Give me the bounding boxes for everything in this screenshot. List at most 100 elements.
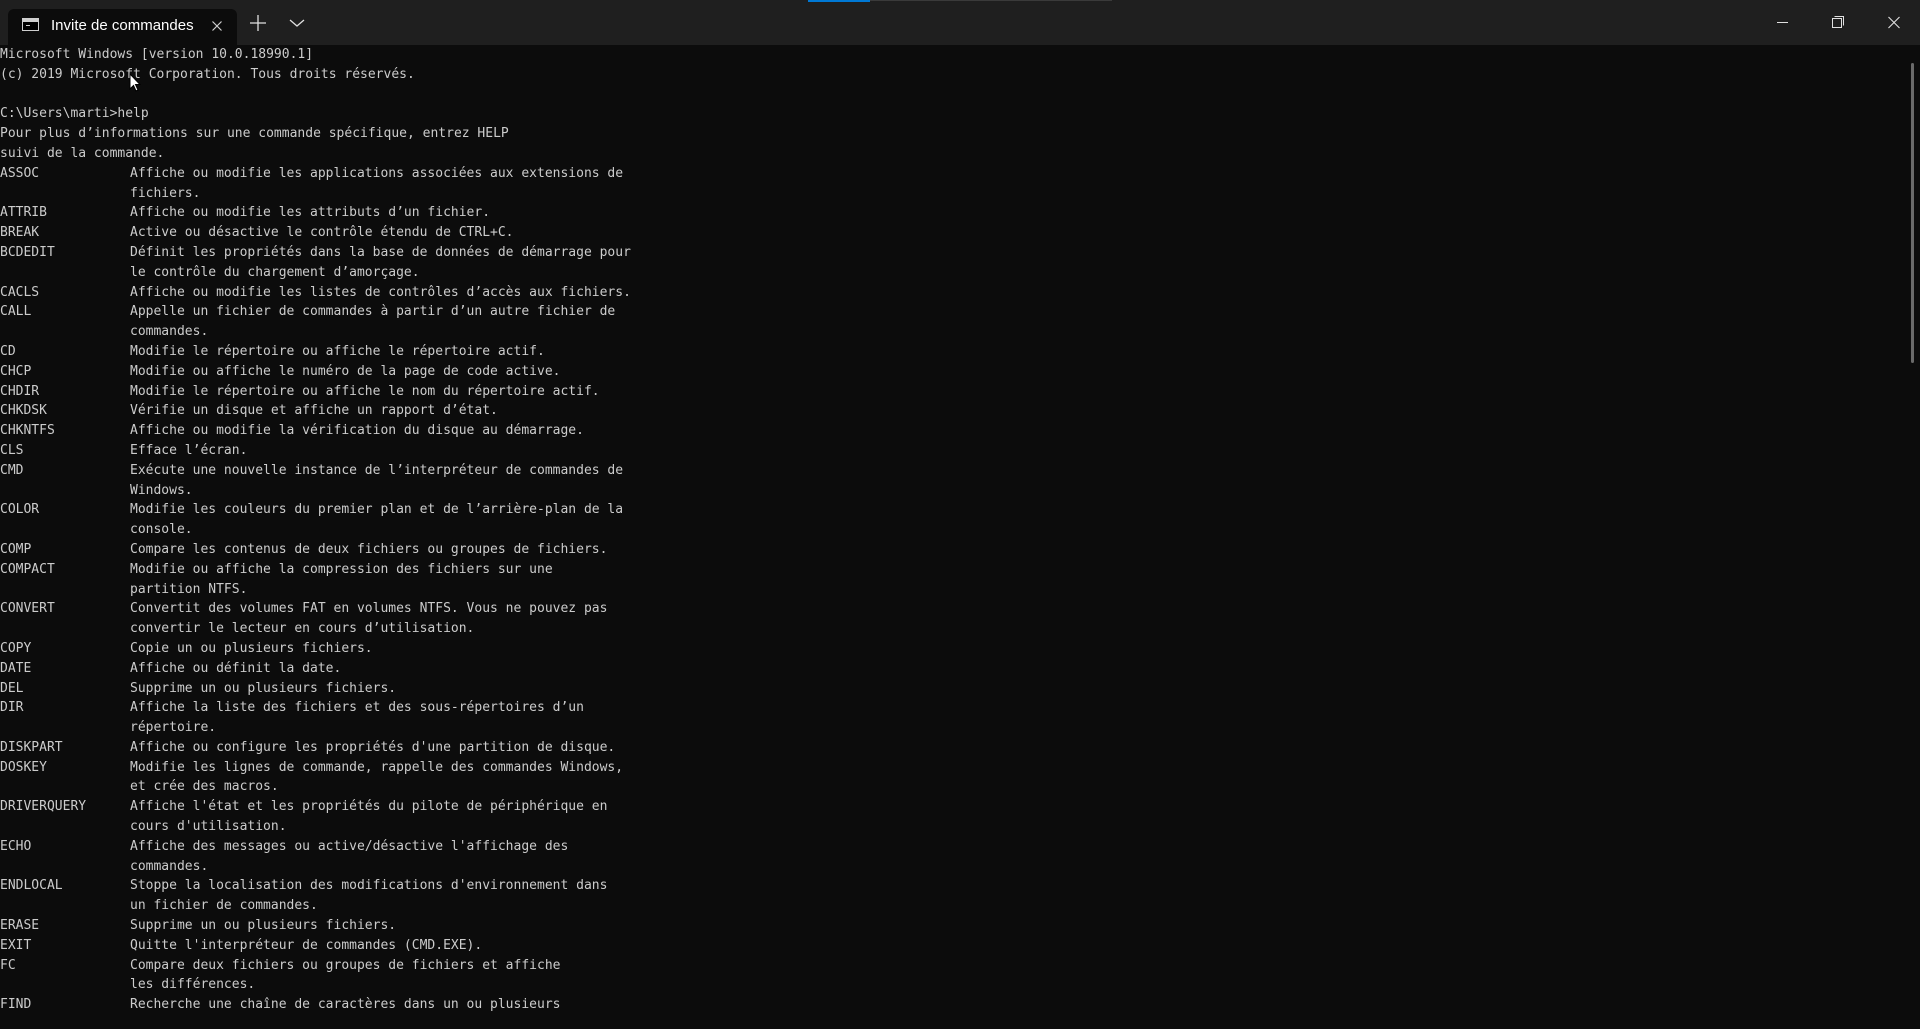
console-line: C:\Users\marti>help bbox=[0, 106, 149, 122]
console-line: Microsoft Windows [version 10.0.18990.1] bbox=[0, 47, 314, 62]
description-line: Convertit des volumes FAT en volumes NTF… bbox=[130, 601, 608, 617]
command-description: Modifie le répertoire ou affiche le répe… bbox=[130, 342, 545, 362]
help-entry: DATE Affiche ou définit la date. bbox=[0, 659, 1906, 679]
command-name: CONVERT bbox=[0, 601, 55, 617]
command-description: Affiche ou modifie la vérification du di… bbox=[130, 421, 584, 441]
title-bar[interactable]: Invite de commandes bbox=[0, 0, 1920, 45]
command-name: BREAK bbox=[0, 225, 40, 241]
help-entry: CHCP Modifie ou affiche le numéro de la p… bbox=[0, 362, 1906, 382]
command-name: ASSOC bbox=[0, 165, 40, 181]
command-description: Vérifie un disque et affiche un rapport … bbox=[130, 401, 498, 421]
command-name: CHCP bbox=[0, 363, 32, 379]
command-name: DATE bbox=[0, 660, 32, 676]
help-entry: ASSOC Affiche ou modifie les applications… bbox=[0, 164, 1906, 204]
description-line: cours d'utilisation. bbox=[130, 819, 287, 835]
description-line: répertoire. bbox=[130, 720, 217, 736]
description-line: et crée des macros. bbox=[130, 779, 279, 795]
description-line: Supprime un ou plusieurs fichiers. bbox=[130, 918, 397, 934]
description-line: Affiche l'état et les propriétés du pilo… bbox=[130, 799, 608, 815]
description-line: Modifie le répertoire ou affiche le répe… bbox=[130, 343, 545, 359]
help-entry: FIND Recherche une chaîne de caractères d… bbox=[0, 995, 1906, 1015]
description-line: Efface l’écran. bbox=[130, 442, 248, 458]
command-description: Modifie le répertoire ou affiche le nom … bbox=[130, 382, 600, 402]
description-line: Windows. bbox=[130, 482, 193, 498]
command-name: DRIVERQUERY bbox=[0, 799, 87, 815]
command-name: DEL bbox=[0, 680, 24, 696]
vertical-scrollbar[interactable] bbox=[1906, 45, 1920, 1029]
command-description: Efface l’écran. bbox=[130, 441, 247, 461]
command-name: CD bbox=[0, 343, 16, 359]
description-line: Stoppe la localisation des modifications… bbox=[130, 878, 608, 894]
description-line: convertir le lecteur en cours d’utilisat… bbox=[130, 621, 475, 637]
command-description: Copie un ou plusieurs fichiers. bbox=[130, 639, 373, 659]
help-entry: ECHO Affiche des messages ou active/désac… bbox=[0, 837, 1906, 877]
help-entry: CLS Efface l’écran. bbox=[0, 441, 1906, 461]
description-line: commandes. bbox=[130, 858, 209, 874]
command-description: Stoppe la localisation des modifications… bbox=[130, 876, 607, 916]
command-name: EXIT bbox=[0, 937, 32, 953]
command-description: Affiche l'état et les propriétés du pilo… bbox=[130, 797, 607, 837]
scrollbar-thumb[interactable] bbox=[1911, 63, 1914, 363]
command-name: CHDIR bbox=[0, 383, 40, 399]
chevron-down-icon[interactable] bbox=[285, 11, 309, 35]
command-name: ERASE bbox=[0, 918, 40, 934]
command-name: COPY bbox=[0, 640, 32, 656]
command-name: CALL bbox=[0, 304, 32, 320]
command-name: FC bbox=[0, 957, 16, 973]
description-line: commandes. bbox=[130, 324, 209, 340]
description-line: Compare les contenus de deux fichiers ou… bbox=[130, 541, 608, 557]
help-entry: CHKDSK Vérifie un disque et affiche un ra… bbox=[0, 401, 1906, 421]
command-description: Compare deux fichiers ou groupes de fich… bbox=[130, 956, 560, 996]
help-entry: COMP Compare les contenus de deux fichier… bbox=[0, 540, 1906, 560]
command-name: ATTRIB bbox=[0, 205, 47, 221]
help-entry: CD Modifie le répertoire ou affiche le ré… bbox=[0, 342, 1906, 362]
restore-icon[interactable] bbox=[1815, 0, 1861, 45]
close-tab-icon[interactable] bbox=[208, 17, 226, 35]
command-name: ECHO bbox=[0, 838, 32, 854]
description-line: Affiche des messages ou active/désactive… bbox=[130, 838, 569, 854]
command-description: Affiche ou configure les propriétés d'un… bbox=[130, 738, 615, 758]
command-name: CACLS bbox=[0, 284, 40, 300]
description-line: fichiers. bbox=[130, 185, 201, 201]
description-line: Exécute une nouvelle instance de l’inter… bbox=[130, 462, 624, 478]
description-line: le contrôle du chargement d’amorçage. bbox=[130, 264, 420, 280]
help-entry: DOSKEY Modifie les lignes de commande, ra… bbox=[0, 758, 1906, 798]
command-description: Appelle un fichier de commandes à partir… bbox=[130, 302, 615, 342]
minimize-icon[interactable] bbox=[1759, 0, 1805, 45]
command-name: CMD bbox=[0, 462, 24, 478]
help-entry: CHKNTFS Affiche ou modifie la vérificatio… bbox=[0, 421, 1906, 441]
command-description: Active ou désactive le contrôle étendu d… bbox=[130, 223, 514, 243]
description-line: un fichier de commandes. bbox=[130, 898, 318, 914]
command-description: Affiche des messages ou active/désactive… bbox=[130, 837, 568, 877]
close-icon[interactable] bbox=[1871, 0, 1917, 45]
help-entry: EXIT Quitte l'interpréteur de commandes (… bbox=[0, 936, 1906, 956]
help-entry: DISKPART Affiche ou configure les proprié… bbox=[0, 738, 1906, 758]
description-line: Supprime un ou plusieurs fichiers. bbox=[130, 680, 397, 696]
description-line: Affiche ou modifie les attributs d’un fi… bbox=[130, 205, 491, 221]
description-line: Affiche ou configure les propriétés d'un… bbox=[130, 739, 616, 755]
console-output[interactable]: Microsoft Windows [version 10.0.18990.1]… bbox=[0, 45, 1906, 1029]
console-line: suivi de la commande. bbox=[0, 145, 165, 161]
command-name: CHKNTFS bbox=[0, 423, 55, 439]
plus-icon[interactable] bbox=[246, 11, 270, 35]
help-entry: CMD Exécute une nouvelle instance de l’in… bbox=[0, 461, 1906, 501]
description-line: Définit les propriétés dans la base de d… bbox=[130, 244, 631, 260]
help-entry: CONVERT Convertit des volumes FAT en volu… bbox=[0, 599, 1906, 639]
mouse-pointer-icon bbox=[129, 72, 143, 93]
command-description: Quitte l'interpréteur de commandes (CMD.… bbox=[130, 936, 482, 956]
command-name: COMP bbox=[0, 541, 32, 557]
command-name: BCDEDIT bbox=[0, 244, 55, 260]
description-line: Active ou désactive le contrôle étendu d… bbox=[130, 225, 514, 241]
drag-region-line bbox=[870, 0, 1112, 1]
command-description: Supprime un ou plusieurs fichiers. bbox=[130, 679, 396, 699]
command-description: Affiche ou modifie les applications asso… bbox=[130, 164, 623, 204]
description-line: Copie un ou plusieurs fichiers. bbox=[130, 640, 373, 656]
help-entry: ERASE Supprime un ou plusieurs fichiers. bbox=[0, 916, 1906, 936]
tab-invite-de-commandes[interactable]: Invite de commandes bbox=[8, 9, 237, 45]
console-line: Pour plus d’informations sur une command… bbox=[0, 126, 509, 142]
command-name: FIND bbox=[0, 997, 32, 1013]
terminal-window: Invite de commandes Microsoft Windows [v… bbox=[0, 0, 1920, 1029]
command-name: DIR bbox=[0, 700, 24, 716]
description-line: Affiche ou définit la date. bbox=[130, 660, 342, 676]
